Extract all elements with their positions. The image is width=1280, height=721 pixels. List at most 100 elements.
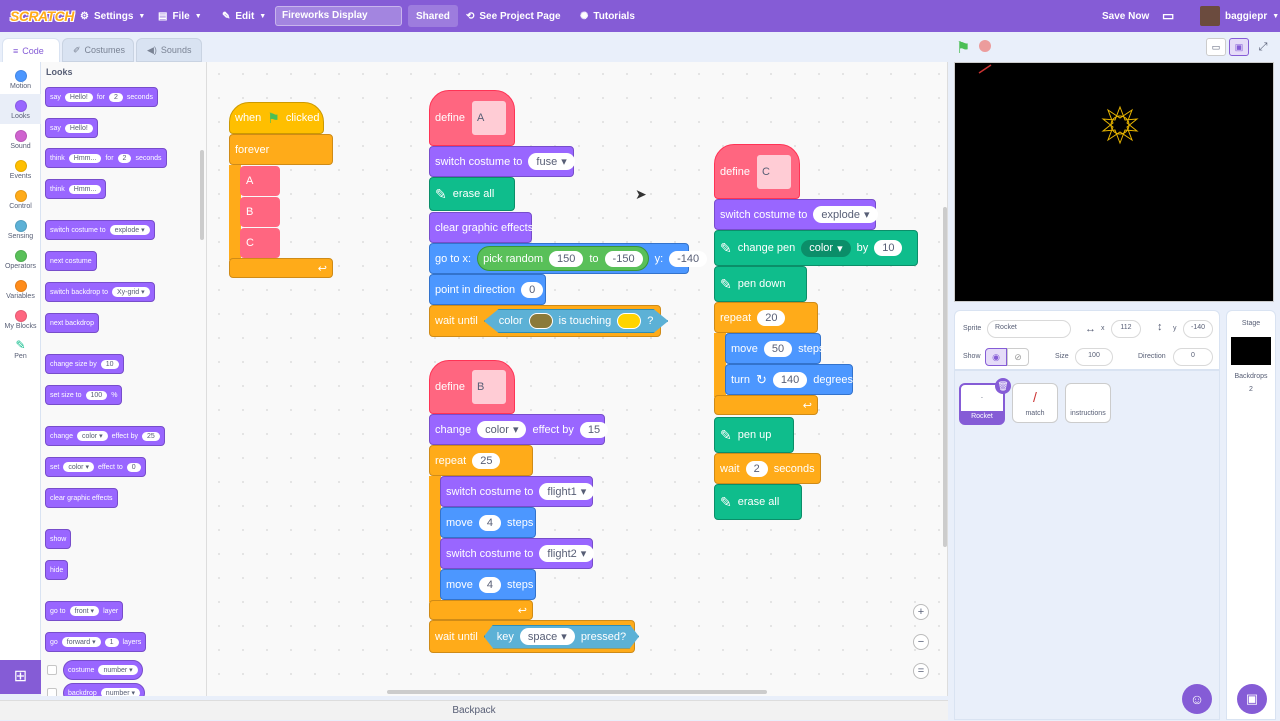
tab-sounds[interactable]: ◀) Sounds bbox=[136, 38, 202, 62]
clear-effects-block[interactable]: clear graphic effects bbox=[45, 488, 118, 508]
tab-code[interactable]: ≡ Code bbox=[2, 38, 60, 62]
switch-costume-flight1-block[interactable]: switch costume to flight1 ▾ bbox=[440, 476, 595, 507]
sprite-thumb-instructions[interactable]: instructions bbox=[1065, 383, 1111, 423]
define-C-block[interactable]: define C bbox=[714, 144, 800, 199]
block-input[interactable]: 50 bbox=[763, 340, 793, 357]
repeat-25-block[interactable]: repeat 25 bbox=[429, 445, 533, 476]
show-visible-eye-icon[interactable]: ◉ bbox=[985, 348, 1007, 366]
delete-sprite-icon[interactable]: 🗑 bbox=[995, 378, 1011, 394]
block-input[interactable]: Hmm... bbox=[68, 153, 102, 163]
fullscreen-icon[interactable]: ⤢ bbox=[1254, 38, 1272, 56]
scratch-logo[interactable]: SCRATCH bbox=[10, 0, 74, 32]
category-events[interactable]: Events bbox=[0, 154, 41, 184]
move-steps-block[interactable]: move 4 steps bbox=[440, 569, 536, 600]
block-input[interactable]: 25 bbox=[472, 452, 501, 469]
pen-up-block[interactable]: ✎ pen up bbox=[714, 417, 794, 453]
costume-dropdown[interactable]: explode ▾ bbox=[109, 225, 150, 235]
layer-dropdown[interactable]: front ▾ bbox=[69, 606, 100, 616]
change-color-effect-block[interactable]: change color ▾ effect by 15 bbox=[429, 414, 609, 445]
set-size-block[interactable]: set size to 100% bbox=[45, 385, 123, 405]
block-input[interactable]: 2 bbox=[745, 460, 768, 477]
turn-degrees-block[interactable]: turn ↻ 140 degrees bbox=[725, 364, 853, 395]
add-extension-button[interactable]: ⊞ bbox=[0, 660, 41, 694]
costume-number-dropdown[interactable]: number ▾ bbox=[98, 665, 138, 675]
zoom-out-icon[interactable]: − bbox=[913, 634, 929, 650]
think-for-block[interactable]: think Hmm... for 2 seconds bbox=[45, 148, 167, 168]
add-backdrop-icon[interactable]: ▣ bbox=[1237, 684, 1267, 714]
wait-seconds-block[interactable]: wait 2 seconds bbox=[714, 453, 821, 484]
block-input[interactable]: 4 bbox=[478, 576, 502, 593]
effect-dropdown[interactable]: color ▾ bbox=[477, 421, 527, 438]
green-flag-icon[interactable]: ⚑ bbox=[956, 38, 970, 58]
go-to-xy-block[interactable]: go to x: pick random 150 to -150 y: -140 bbox=[429, 243, 708, 274]
shared-button[interactable]: Shared bbox=[408, 5, 458, 27]
effect-dropdown[interactable]: color ▾ bbox=[63, 462, 94, 472]
point-in-direction-block[interactable]: point in direction 0 bbox=[429, 274, 546, 305]
add-sprite-cat-icon[interactable]: ☺ bbox=[1182, 684, 1212, 714]
change-effect-block[interactable]: change color ▾ effect by 25 bbox=[45, 426, 165, 446]
category-pen[interactable]: ✎ Pen bbox=[0, 334, 41, 364]
block-input[interactable]: Hello! bbox=[64, 123, 93, 133]
size-input[interactable]: 100 bbox=[1075, 348, 1113, 366]
think-block[interactable]: think Hmm... bbox=[45, 179, 107, 199]
block-input[interactable]: -150 bbox=[604, 250, 643, 267]
workspace-v-scrollbar[interactable] bbox=[943, 207, 947, 547]
key-pressed-block[interactable]: key space ▾ pressed? bbox=[483, 624, 640, 649]
costume-dropdown[interactable]: explode ▾ bbox=[813, 206, 878, 223]
block-input[interactable]: 0 bbox=[126, 462, 141, 472]
zoom-reset-icon[interactable]: = bbox=[913, 663, 929, 679]
change-size-block[interactable]: change size by 10 bbox=[45, 354, 124, 374]
costume-reporter[interactable]: costume number ▾ bbox=[63, 660, 143, 680]
see-project-page-button[interactable]: ⟲ See Project Page bbox=[458, 5, 569, 27]
category-operators[interactable]: Operators bbox=[0, 244, 41, 274]
direction-input[interactable]: 0 bbox=[1173, 348, 1213, 366]
block-input[interactable]: 0 bbox=[521, 281, 544, 298]
category-variables[interactable]: Variables bbox=[0, 274, 41, 304]
backpack-bar[interactable]: Backpack bbox=[0, 700, 948, 720]
block-input[interactable]: 4 bbox=[478, 514, 502, 531]
stage-canvas[interactable] bbox=[954, 62, 1274, 302]
say-for-block[interactable]: say Hello! for 2 seconds bbox=[45, 87, 158, 107]
tab-costumes[interactable]: ✐ Costumes bbox=[62, 38, 134, 62]
pen-param-dropdown[interactable]: color ▾ bbox=[801, 239, 851, 257]
show-block[interactable]: show bbox=[45, 529, 72, 549]
pick-random-block[interactable]: pick random 150 to -150 bbox=[477, 246, 649, 271]
say-block[interactable]: say Hello! bbox=[45, 118, 98, 138]
stop-icon[interactable] bbox=[979, 40, 991, 52]
backdrop-checkbox[interactable] bbox=[47, 688, 57, 696]
costume-dropdown[interactable]: flight1 ▾ bbox=[539, 483, 595, 500]
block-input[interactable]: 10 bbox=[100, 359, 119, 369]
large-stage-icon[interactable]: ▣ bbox=[1229, 38, 1249, 56]
go-layers-block[interactable]: go forward ▾ 1 layers bbox=[45, 632, 147, 652]
settings-menu[interactable]: ⚙ Settings ▼ bbox=[80, 0, 145, 32]
category-sensing[interactable]: Sensing bbox=[0, 214, 41, 244]
zoom-in-icon[interactable]: + bbox=[913, 604, 929, 620]
call-B-block[interactable]: B bbox=[240, 197, 280, 227]
costume-dropdown[interactable]: fuse ▾ bbox=[528, 153, 575, 170]
when-flag-clicked-block[interactable]: when ⚑ clicked bbox=[229, 102, 324, 134]
move-steps-block[interactable]: move 50 steps bbox=[725, 333, 824, 364]
costume-dropdown[interactable]: flight2 ▾ bbox=[539, 545, 595, 562]
erase-all-block[interactable]: ✎ erase all bbox=[429, 177, 515, 211]
backdrop-number-dropdown[interactable]: number ▾ bbox=[100, 688, 140, 696]
category-sound[interactable]: Sound bbox=[0, 124, 41, 154]
sprite-name-input[interactable]: Rocket bbox=[987, 320, 1071, 338]
change-pen-color-block[interactable]: ✎ change pen color ▾ by 10 bbox=[714, 230, 918, 266]
small-stage-icon[interactable]: ▭ bbox=[1206, 38, 1226, 56]
move-steps-block[interactable]: move 4 steps bbox=[440, 507, 536, 538]
project-title-input[interactable]: Fireworks Display bbox=[275, 6, 402, 26]
go-to-layer-block[interactable]: go to front ▾ layer bbox=[45, 601, 124, 621]
tutorials-button[interactable]: ✺ Tutorials bbox=[580, 0, 635, 32]
workspace-h-scrollbar[interactable] bbox=[387, 690, 767, 694]
color-swatch-yellow[interactable] bbox=[617, 313, 642, 329]
category-my-blocks[interactable]: My Blocks bbox=[0, 304, 41, 334]
x-input[interactable]: 112 bbox=[1111, 320, 1141, 338]
account-menu[interactable]: baggiepr ▼ bbox=[1200, 0, 1279, 32]
save-now-button[interactable]: Save Now bbox=[1102, 0, 1149, 32]
stage-pane[interactable]: Stage Backdrops 2 ▣ bbox=[1226, 310, 1276, 720]
color-swatch-brown[interactable] bbox=[528, 313, 553, 329]
code-workspace[interactable]: when ⚑ clicked forever A B C ↩ define A swi… bbox=[207, 62, 948, 696]
erase-all-block[interactable]: ✎ erase all bbox=[714, 484, 802, 520]
block-input[interactable]: Hello! bbox=[64, 92, 93, 102]
hide-block[interactable]: hide bbox=[45, 560, 69, 580]
